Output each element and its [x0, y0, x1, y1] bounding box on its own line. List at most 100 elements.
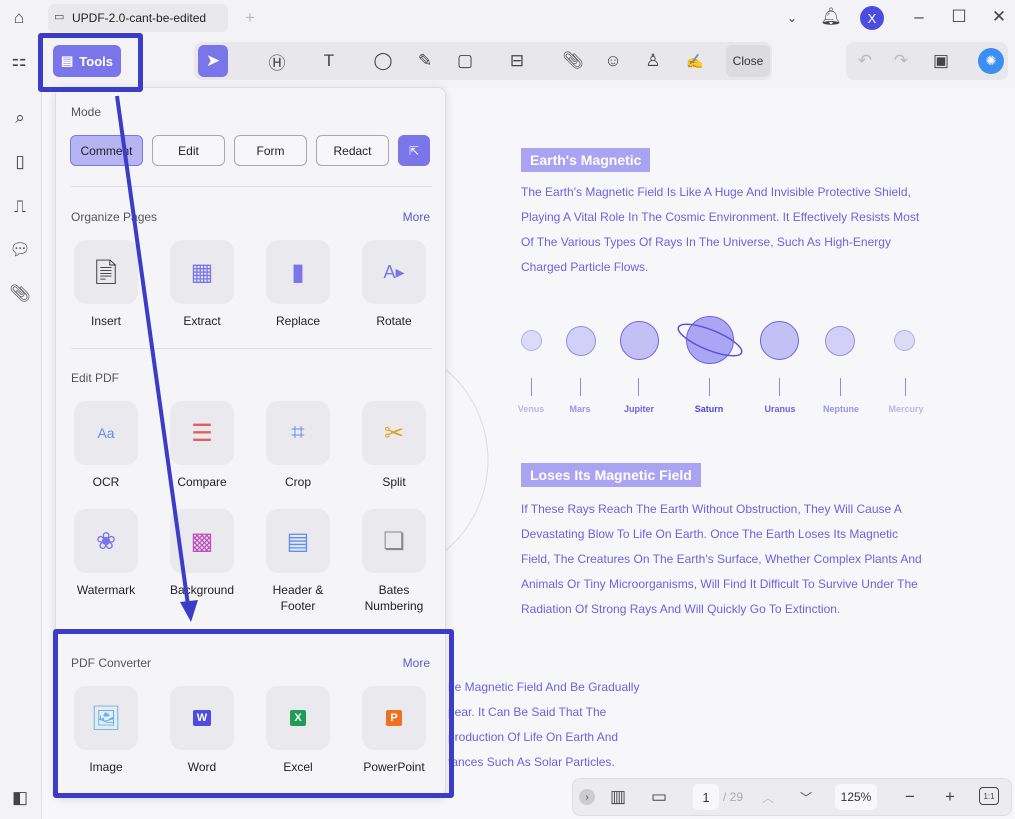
previous-page-icon[interactable]: ︿ — [757, 786, 779, 808]
avatar[interactable]: X — [860, 6, 884, 30]
tab-title: UPDF-2.0-cant-be-edited — [72, 11, 207, 25]
crop-label: Crop — [284, 475, 311, 489]
split-label: Split — [382, 475, 406, 489]
watermark-icon[interactable]: ❀ — [74, 509, 138, 573]
presentation-icon[interactable]: ▭ — [647, 786, 671, 808]
heading-earths-magnetic: Earth's Magnetic — [521, 148, 651, 172]
planet-label: Saturn — [694, 404, 724, 414]
extract-icon[interactable]: ▦ — [170, 240, 234, 304]
planet-label: Mercury — [888, 404, 924, 414]
replace-label: Replace — [275, 314, 321, 328]
planet-uranus — [760, 321, 799, 360]
split-icon[interactable]: ✂ — [362, 401, 426, 465]
ocr-label: OCR — [92, 475, 120, 489]
left-sidebar: ⌕ ▯ ⎍ 💬︎ 📎︎ ◧ — [0, 88, 42, 819]
extract-label: Extract — [183, 314, 221, 328]
mode-comment-button[interactable]: Comment — [70, 135, 143, 166]
planet-mercury — [894, 330, 915, 351]
chevron-down-icon[interactable]: ⌄ — [782, 8, 802, 28]
pages-icon[interactable]: ▯ — [8, 150, 32, 174]
zoom-in-icon[interactable]: + — [939, 786, 961, 808]
page-navigation-bar: › ▥ ▭ 1 / 29 ︿ ﹀ 125% − + 1:1 — [572, 778, 1012, 816]
expand-icon[interactable]: › — [579, 789, 595, 805]
planet-venus — [521, 330, 542, 351]
undo-icon[interactable]: ↶ — [854, 50, 876, 72]
close-window-icon[interactable]: ✕ — [988, 6, 1010, 28]
document-tab[interactable]: ▭ UPDF-2.0-cant-be-edited — [48, 4, 228, 32]
organize-more-link[interactable]: More — [403, 210, 430, 224]
rotate-label: Rotate — [376, 314, 412, 328]
mode-label: Mode — [71, 105, 102, 119]
planet-label: Neptune — [823, 404, 859, 414]
comment-icon: ▭ — [54, 11, 65, 23]
measure-icon[interactable]: ⊟ — [506, 50, 528, 72]
compare-icon[interactable]: ☰ — [170, 401, 234, 465]
header-footer-label: Header & Footer — [272, 583, 324, 613]
text-icon[interactable]: T — [318, 50, 340, 72]
minimize-icon[interactable]: – — [908, 6, 930, 28]
ai-assistant-icon[interactable]: ✺ — [978, 48, 1004, 74]
planet-label: Mars — [569, 404, 591, 414]
edit-pdf-label: Edit PDF — [71, 371, 120, 385]
close-button[interactable]: Close — [726, 45, 770, 77]
background-label: Background — [169, 583, 235, 597]
home-icon[interactable]: ⌂ — [8, 8, 30, 28]
ocr-icon[interactable]: Aa — [74, 401, 138, 465]
sticker-icon[interactable]: ☺ — [602, 50, 624, 72]
select-cursor-icon[interactable]: ➤ — [198, 45, 228, 77]
crop-icon[interactable]: ⌗ — [266, 401, 330, 465]
page-total: / 29 — [723, 790, 744, 804]
next-page-icon[interactable]: ﹀ — [795, 786, 817, 808]
mode-edit-button[interactable]: Edit — [152, 135, 225, 166]
planet-neptune — [825, 326, 855, 356]
pencil-icon[interactable]: ✎ — [414, 50, 436, 72]
compare-label: Compare — [177, 475, 227, 489]
highlight-icon[interactable]: Ⓗ — [266, 50, 288, 73]
open-external-icon[interactable]: ⇱ — [398, 135, 430, 166]
bates-numbering-icon[interactable]: ❏ — [362, 509, 426, 573]
background-icon[interactable]: ▩ — [170, 509, 234, 573]
bookmark-icon[interactable]: ⎍ — [8, 195, 32, 219]
zoom-level[interactable]: 125% — [835, 784, 877, 810]
rectangle-icon[interactable]: ▢ — [454, 50, 476, 72]
insert-icon[interactable]: 📄︎ — [74, 240, 138, 304]
planet-mars — [566, 326, 596, 356]
actual-size-icon[interactable]: 1:1 — [979, 787, 999, 805]
attachment-icon[interactable]: 📎︎ — [562, 50, 584, 72]
rotate-icon[interactable]: A▸ — [362, 240, 426, 304]
page-layout-icon[interactable]: ▥ — [607, 786, 629, 808]
bates-numbering-label: Bates Numbering — [364, 583, 424, 613]
paragraph-1: The Earth's Magnetic Field Is Like A Hug… — [521, 185, 920, 274]
comments-icon[interactable]: 💬︎ — [8, 238, 32, 262]
planet-jupiter — [620, 321, 659, 360]
save-icon[interactable]: ▣ — [930, 50, 952, 72]
tools-highlight-box — [38, 33, 143, 92]
zoom-out-icon[interactable]: − — [899, 786, 921, 808]
sidebar-toggle-icon[interactable]: ◧ — [8, 786, 32, 810]
maximize-icon[interactable]: ☐ — [948, 6, 970, 28]
bell-icon[interactable]: 🔔︎ — [820, 6, 842, 28]
replace-icon[interactable]: ▮ — [266, 240, 330, 304]
title-bar: ⌂ ▭ UPDF-2.0-cant-be-edited + ⌄ 🔔︎ X – ☐ … — [0, 0, 1015, 36]
search-icon[interactable]: ⌕ — [8, 106, 32, 130]
organize-pages-label: Organize Pages — [71, 210, 158, 224]
apps-icon[interactable]: ⚏ — [8, 50, 30, 72]
planet-label: Jupiter — [623, 404, 654, 414]
paragraph-2: If These Rays Reach The Earth Without Ob… — [521, 502, 922, 616]
paragraph-3: he Magnetic Field And Be Gradually pear. … — [448, 680, 640, 769]
page-number-input[interactable]: 1 — [693, 784, 719, 810]
annotation-toolbar: ➤ Ⓗ T ◯ ✎ ▢ ⊟ 📎︎ ☺ ♙ ✍ Close — [194, 42, 772, 80]
mode-form-button[interactable]: Form — [234, 135, 307, 166]
signature-icon[interactable]: ✍ — [682, 50, 708, 72]
comment-bubble-icon[interactable]: ◯ — [372, 50, 394, 72]
history-toolbar: ↶ ↷ ▣ ✺ — [846, 42, 1008, 80]
redo-icon[interactable]: ↷ — [890, 50, 912, 72]
header-footer-icon[interactable]: ▤ — [266, 509, 330, 573]
saturn-ring — [677, 323, 743, 357]
mode-redact-button[interactable]: Redact — [316, 135, 389, 166]
new-tab-icon[interactable]: + — [240, 8, 260, 28]
stamp-icon[interactable]: ♙ — [642, 50, 664, 72]
planet-label: Uranus — [764, 404, 796, 414]
insert-label: Insert — [90, 314, 121, 328]
attachment-icon[interactable]: 📎︎ — [8, 282, 32, 306]
